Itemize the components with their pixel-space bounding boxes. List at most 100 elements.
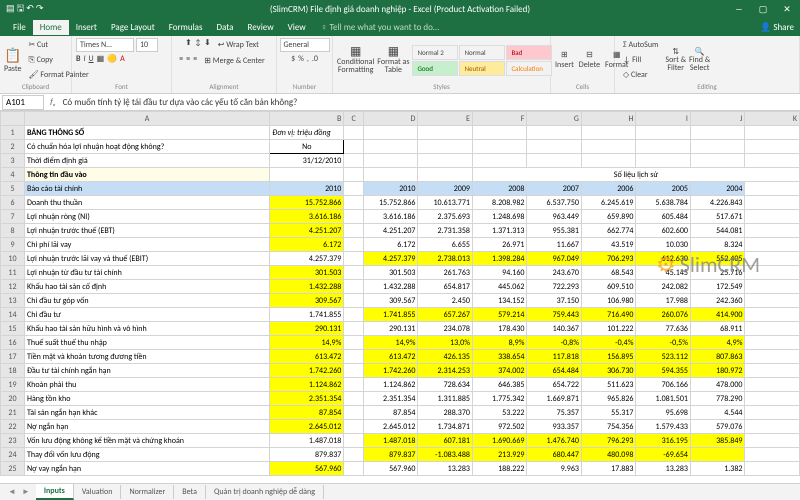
ribbon-tab-home[interactable]: Home bbox=[33, 20, 69, 35]
currency-button[interactable]: $ bbox=[291, 54, 295, 64]
cell[interactable]: 654.817 bbox=[418, 280, 473, 294]
cell[interactable]: Lợi nhuận ròng (NI) bbox=[24, 210, 269, 224]
cell[interactable]: 14,9% bbox=[363, 336, 418, 350]
cell[interactable]: 11.667 bbox=[527, 238, 582, 252]
cell[interactable]: 2.351.354 bbox=[363, 392, 418, 406]
cell[interactable] bbox=[418, 126, 473, 140]
insert-cells-button[interactable]: ⊞Insert bbox=[555, 50, 574, 70]
cell[interactable]: 579.214 bbox=[472, 308, 527, 322]
cell[interactable] bbox=[472, 140, 527, 154]
row-header[interactable]: 13 bbox=[1, 294, 25, 308]
cell[interactable]: 552.405 bbox=[690, 252, 745, 266]
minimize-button[interactable]: ― bbox=[732, 4, 746, 15]
cell[interactable] bbox=[745, 406, 800, 420]
cell[interactable]: 955.381 bbox=[527, 224, 582, 238]
cell[interactable]: 9.963 bbox=[527, 462, 582, 476]
cell[interactable]: 579.076 bbox=[690, 420, 745, 434]
cell[interactable] bbox=[745, 364, 800, 378]
cell[interactable]: 1.690.669 bbox=[472, 434, 527, 448]
cell[interactable]: 178.430 bbox=[472, 322, 527, 336]
row-header[interactable]: 10 bbox=[1, 252, 25, 266]
cell[interactable]: 13,0% bbox=[418, 336, 473, 350]
conditional-formatting-button[interactable]: ▦Conditional Formatting bbox=[337, 46, 374, 74]
style-neutral[interactable]: Neutral bbox=[459, 61, 505, 76]
cell[interactable]: 101.222 bbox=[581, 322, 636, 336]
cell[interactable]: 967.049 bbox=[527, 252, 582, 266]
cell[interactable]: 1.741.855 bbox=[363, 308, 418, 322]
format-table-button[interactable]: ▦Format as Table bbox=[377, 46, 409, 74]
cell[interactable] bbox=[636, 126, 691, 140]
ribbon-tab-insert[interactable]: Insert bbox=[69, 20, 104, 35]
align-mid-button[interactable]: ↕ bbox=[195, 38, 201, 52]
font-size-select[interactable]: 10 bbox=[136, 38, 158, 52]
align-left-button[interactable]: ≡ bbox=[179, 54, 183, 68]
cell[interactable]: 309.567 bbox=[270, 294, 344, 308]
style-bad[interactable]: Bad bbox=[506, 45, 552, 60]
cell[interactable]: 3.616.186 bbox=[363, 210, 418, 224]
col-header[interactable]: B bbox=[270, 112, 344, 126]
cell[interactable]: 654.722 bbox=[527, 378, 582, 392]
cell[interactable] bbox=[344, 406, 364, 420]
wrap-text-button[interactable]: ↩ Wrap Text bbox=[214, 38, 263, 52]
cell[interactable]: 87.854 bbox=[270, 406, 344, 420]
col-header[interactable]: K bbox=[745, 112, 800, 126]
cell[interactable]: 87.854 bbox=[363, 406, 418, 420]
row-header[interactable]: 20 bbox=[1, 392, 25, 406]
cell[interactable]: Tiền mặt và khoản tương đương tiền bbox=[24, 350, 269, 364]
cell[interactable]: 243.670 bbox=[527, 266, 582, 280]
cell[interactable]: 260.076 bbox=[636, 308, 691, 322]
cell[interactable]: 17.988 bbox=[636, 294, 691, 308]
cell[interactable]: 706.166 bbox=[636, 378, 691, 392]
cell[interactable]: Thông tin đầu vào bbox=[24, 168, 269, 182]
cell[interactable]: 646.385 bbox=[472, 378, 527, 392]
cell[interactable] bbox=[690, 126, 745, 140]
cell[interactable]: 544.081 bbox=[690, 224, 745, 238]
row-header[interactable]: 18 bbox=[1, 364, 25, 378]
cell[interactable]: Khấu hao tài sản cố định bbox=[24, 280, 269, 294]
history-header[interactable]: Số liệu lịch sử bbox=[472, 168, 799, 182]
cell[interactable]: 6.172 bbox=[363, 238, 418, 252]
cell[interactable]: 2008 bbox=[472, 182, 527, 196]
cell[interactable]: 26.971 bbox=[472, 238, 527, 252]
cell[interactable]: 1.432.288 bbox=[270, 280, 344, 294]
cell[interactable] bbox=[472, 154, 527, 168]
cell[interactable]: 374.002 bbox=[472, 364, 527, 378]
cell[interactable]: 2.375.693 bbox=[418, 210, 473, 224]
cell[interactable]: -0,5% bbox=[636, 336, 691, 350]
row-header[interactable]: 8 bbox=[1, 224, 25, 238]
sort-filter-button[interactable]: ⇅Sort & Filter bbox=[665, 48, 686, 72]
cell[interactable]: 879.837 bbox=[363, 448, 418, 462]
cell[interactable] bbox=[745, 322, 800, 336]
sheet-tab-normalizer[interactable]: Normalizer bbox=[121, 485, 174, 499]
cell[interactable]: 4.226.843 bbox=[690, 196, 745, 210]
cell[interactable] bbox=[745, 448, 800, 462]
font-select[interactable]: Times N… bbox=[76, 38, 134, 52]
paste-icon[interactable]: 📋 bbox=[4, 47, 21, 64]
cell[interactable] bbox=[581, 154, 636, 168]
row-header[interactable]: 15 bbox=[1, 322, 25, 336]
cell[interactable] bbox=[344, 336, 364, 350]
cell[interactable]: 963.449 bbox=[527, 210, 582, 224]
cell[interactable]: 5.638.784 bbox=[636, 196, 691, 210]
align-top-button[interactable]: ⬆ bbox=[185, 38, 192, 52]
row-header[interactable]: 2 bbox=[1, 140, 25, 154]
qat[interactable]: ▤ 🖫 ↶ ↷ bbox=[6, 1, 43, 17]
cell[interactable] bbox=[344, 210, 364, 224]
cell[interactable]: Vốn lưu động không kể tiền mặt và chứng … bbox=[24, 434, 269, 448]
cell[interactable]: 2004 bbox=[690, 182, 745, 196]
cell[interactable] bbox=[745, 238, 800, 252]
cell[interactable]: 10.030 bbox=[636, 238, 691, 252]
cell[interactable]: Nợ ngắn hạn bbox=[24, 420, 269, 434]
cell[interactable]: 134.152 bbox=[472, 294, 527, 308]
cell[interactable]: 879.837 bbox=[270, 448, 344, 462]
cell[interactable] bbox=[690, 140, 745, 154]
cell[interactable]: 2.645.012 bbox=[270, 420, 344, 434]
cell[interactable] bbox=[363, 168, 418, 182]
cell[interactable]: 31/12/2010 bbox=[270, 154, 344, 168]
cell[interactable] bbox=[745, 294, 800, 308]
cell[interactable] bbox=[344, 168, 364, 182]
cell[interactable]: 2.645.012 bbox=[363, 420, 418, 434]
sheet-tab-inputs[interactable]: Inputs bbox=[36, 484, 74, 500]
fill-button[interactable]: ↓ Fill bbox=[619, 53, 662, 67]
cell[interactable]: 4,9% bbox=[690, 336, 745, 350]
